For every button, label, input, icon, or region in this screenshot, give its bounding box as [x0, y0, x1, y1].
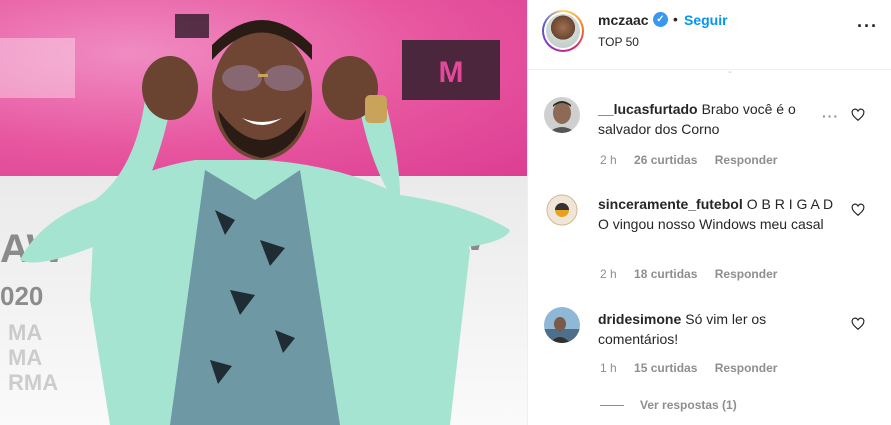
- comment-text: sinceramente_futebol O B R I G A D O ving…: [598, 194, 838, 234]
- comment-time[interactable]: 2 h: [600, 153, 617, 167]
- heart-icon[interactable]: [851, 108, 865, 122]
- heart-icon[interactable]: [851, 203, 865, 217]
- svg-text:M: M: [439, 56, 464, 89]
- photo-illustration: M AW 020 MA MA RMA IAW 020: [0, 14, 510, 425]
- profile-avatar[interactable]: [542, 10, 584, 52]
- comment-username[interactable]: __lucasfurtado: [598, 101, 698, 117]
- replies-divider: [600, 405, 624, 407]
- comment-options-icon[interactable]: ···: [822, 108, 839, 124]
- comment-avatar[interactable]: [544, 192, 580, 228]
- svg-text:MA: MA: [8, 345, 42, 370]
- comment-avatar[interactable]: [544, 97, 580, 133]
- scroll-hint: -: [728, 66, 732, 78]
- header-subtitle[interactable]: TOP 50: [598, 35, 639, 49]
- heart-icon[interactable]: [851, 317, 865, 331]
- comment-likes[interactable]: 18 curtidas: [634, 267, 697, 281]
- mtv-logo-top: [175, 14, 209, 38]
- comment-likes[interactable]: 15 curtidas: [634, 361, 697, 375]
- comment-meta: 2 h 18 curtidas Responder: [600, 267, 791, 281]
- reply-button[interactable]: Responder: [715, 267, 778, 281]
- follow-button[interactable]: Seguir: [684, 12, 728, 28]
- comment-username[interactable]: dridesimone: [598, 311, 681, 327]
- comment-likes[interactable]: 26 curtidas: [634, 153, 697, 167]
- verified-badge-icon: ✓: [653, 12, 668, 27]
- post-panel: mczaac ✓ • Seguir TOP 50 ··· - __lucasfu…: [527, 0, 891, 425]
- mtv-logo-right: M: [402, 40, 500, 100]
- header-username[interactable]: mczaac: [598, 12, 649, 28]
- more-options-icon[interactable]: ···: [857, 17, 878, 35]
- svg-text:MA: MA: [8, 320, 42, 345]
- mtv-logo-left: [0, 38, 75, 98]
- comment-avatar[interactable]: [544, 307, 580, 343]
- svg-text:RMA: RMA: [8, 370, 58, 395]
- post-photo[interactable]: M AW 020 MA MA RMA IAW 020: [0, 0, 527, 425]
- comment-text: dridesimone Só vim ler os comentários!: [598, 309, 838, 349]
- comment-text: __lucasfurtado Brabo você é o salvador do…: [598, 99, 838, 139]
- comment-meta: 2 h 26 curtidas Responder: [600, 153, 791, 167]
- view-replies-label[interactable]: Ver respostas (1): [640, 398, 737, 412]
- comment-meta: 1 h 15 curtidas Responder: [600, 361, 791, 375]
- comment-time[interactable]: 1 h: [600, 361, 617, 375]
- post-header: mczaac ✓ • Seguir TOP 50 ···: [528, 0, 891, 70]
- view-replies-button[interactable]: Ver respostas (1): [600, 398, 737, 412]
- separator-dot: •: [673, 11, 678, 27]
- reply-button[interactable]: Responder: [715, 361, 778, 375]
- comment-username[interactable]: sinceramente_futebol: [598, 196, 743, 212]
- reply-button[interactable]: Responder: [715, 153, 778, 167]
- svg-text:020: 020: [0, 281, 43, 311]
- comment-time[interactable]: 2 h: [600, 267, 617, 281]
